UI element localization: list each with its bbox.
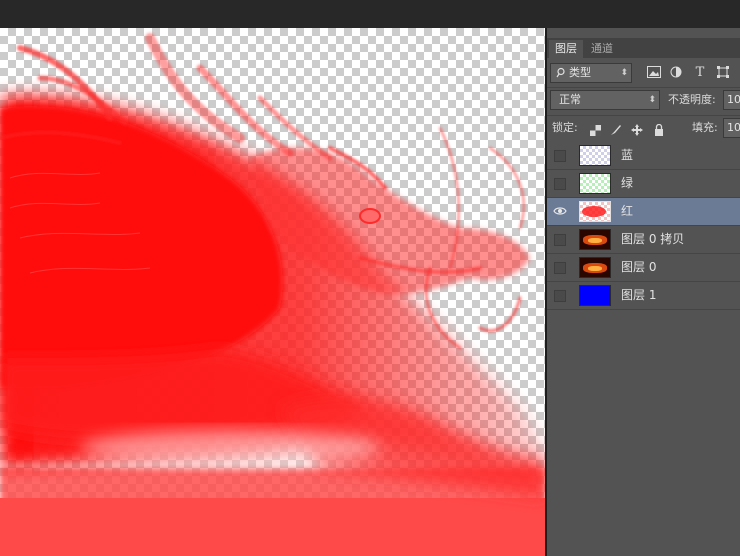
visibility-toggle[interactable] [554, 178, 566, 190]
layer-thumbnail [579, 257, 611, 278]
lock-position-icon[interactable] [629, 122, 645, 138]
filter-kind-select[interactable]: 类型 ⬍ [550, 63, 632, 83]
filter-kind-value: 类型 [569, 66, 591, 79]
fill-label: 填充: [692, 121, 718, 134]
updown-arrow-icon: ⬍ [620, 68, 628, 78]
blend-mode-value: 正常 [559, 93, 581, 106]
layer-thumbnail [579, 145, 611, 166]
opacity-input[interactable]: 10 [723, 90, 740, 110]
lock-image-pixels-icon[interactable] [608, 122, 624, 138]
layer-thumbnail [579, 173, 611, 194]
layer-name: 图层 0 拷贝 [621, 232, 685, 246]
tab-channels[interactable]: 通道 [585, 40, 619, 58]
lock-transparent-pixels-icon[interactable] [587, 122, 603, 138]
layer-thumbnail [579, 229, 611, 250]
opacity-value: 10 [727, 93, 740, 106]
layer-filter-row: 类型 ⬍ T [547, 59, 740, 85]
shape-layer-filter-icon[interactable] [715, 64, 731, 80]
layer-name: 蓝 [621, 148, 634, 162]
lock-label: 锁定: [552, 121, 578, 134]
blend-mode-select[interactable]: 正常 ⬍ [550, 90, 660, 110]
pixel-layer-filter-icon[interactable] [646, 64, 662, 80]
type-layer-filter-icon[interactable]: T [692, 64, 708, 80]
layers-panel: 图层 通道 类型 ⬍ T 正常 ⬍ 不透明度: 10 锁定: 填充: 10 蓝 … [547, 28, 740, 556]
layer-name: 图层 1 [621, 288, 657, 302]
layer-row-layer1[interactable]: 图层 1 [547, 282, 740, 310]
document-canvas[interactable] [0, 28, 545, 556]
fill-value: 10 [727, 121, 740, 134]
panel-tabs: 图层 通道 [547, 38, 740, 58]
fill-input[interactable]: 10 [723, 118, 740, 138]
lock-row: 锁定: 填充: 10 [547, 115, 740, 142]
visibility-toggle[interactable] [554, 290, 566, 302]
tab-layers[interactable]: 图层 [549, 40, 583, 58]
layer-row-layer0[interactable]: 图层 0 [547, 254, 740, 282]
visibility-toggle[interactable] [554, 150, 566, 162]
layer-row-green[interactable]: 绿 [547, 170, 740, 198]
options-bar [0, 0, 740, 28]
visibility-toggle[interactable] [554, 262, 566, 274]
layer-thumbnail [579, 285, 611, 306]
layer-row-red[interactable]: 红 [547, 198, 740, 226]
blend-row: 正常 ⬍ 不透明度: 10 [547, 87, 740, 114]
layer-name: 图层 0 [621, 260, 657, 274]
layer-thumbnail [579, 201, 611, 222]
red-channel-dragon-image [0, 33, 545, 556]
layer-row-blue[interactable]: 蓝 [547, 142, 740, 170]
lock-all-icon[interactable] [651, 122, 667, 138]
layer-row-layer0-copy[interactable]: 图层 0 拷贝 [547, 226, 740, 254]
visibility-toggle[interactable] [554, 234, 566, 246]
layer-name: 绿 [621, 176, 634, 190]
search-icon [556, 64, 566, 88]
updown-arrow-icon: ⬍ [648, 95, 656, 105]
eye-icon[interactable] [553, 204, 567, 218]
adjustment-layer-filter-icon[interactable] [668, 64, 684, 80]
opacity-label: 不透明度: [668, 93, 716, 106]
layer-name: 红 [621, 204, 634, 218]
